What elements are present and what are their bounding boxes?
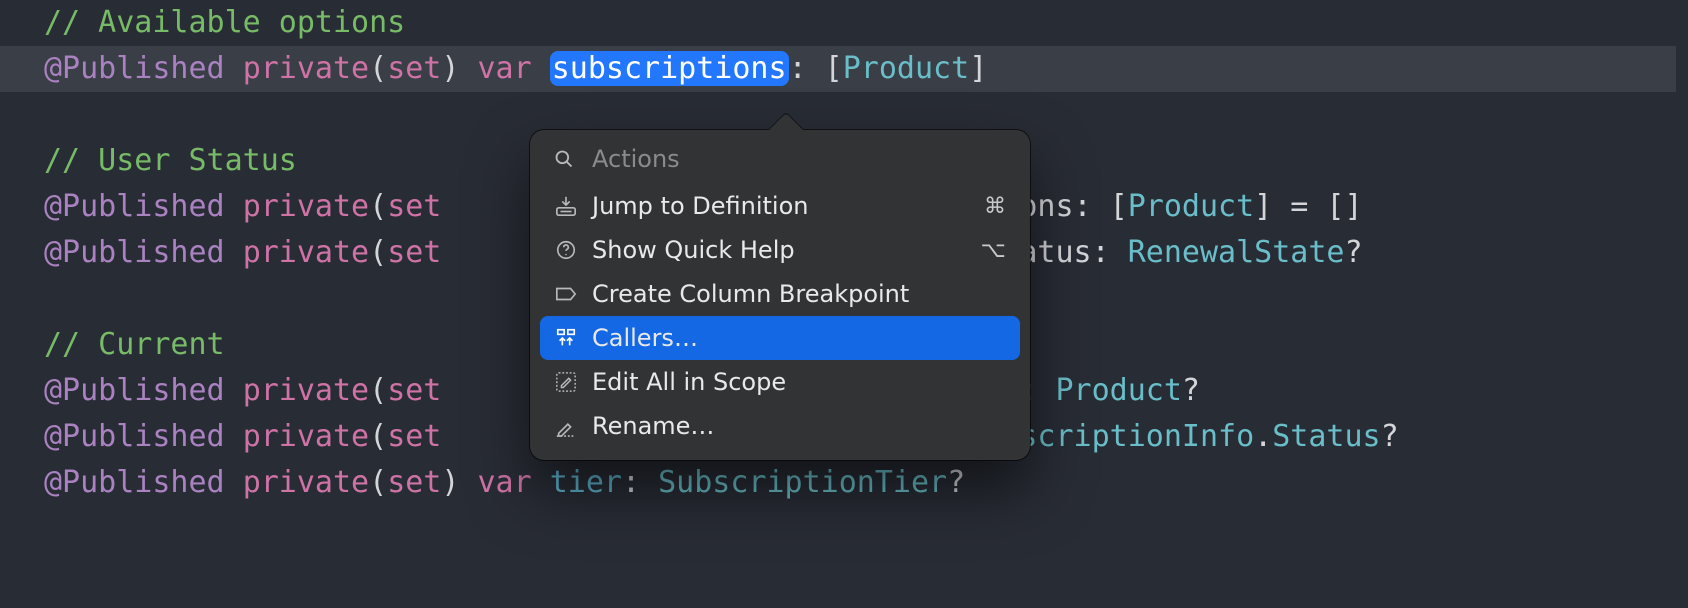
menu-item-create-column-breakpoint[interactable]: Create Column Breakpoint <box>540 272 1020 316</box>
comment: // Current <box>44 327 225 362</box>
menu-item-label: Edit All in Scope <box>592 368 992 396</box>
code-editor[interactable]: // Available options @Published private(… <box>0 0 1688 506</box>
actions-menu: Jump to Definition ⌘ Show Quick Help ⌥ C… <box>530 184 1030 460</box>
menu-item-callers[interactable]: Callers… <box>540 316 1020 360</box>
menu-item-show-quick-help[interactable]: Show Quick Help ⌥ <box>540 228 1020 272</box>
menu-item-label: Show Quick Help <box>592 236 967 264</box>
menu-item-label: Callers… <box>592 324 992 352</box>
actions-search-input[interactable] <box>590 144 1008 174</box>
menu-item-label: Rename… <box>592 412 992 440</box>
help-icon <box>554 238 578 262</box>
search-icon <box>552 147 576 171</box>
code-line: // Available options <box>0 0 1688 46</box>
menu-item-rename[interactable]: Rename… <box>540 404 1020 448</box>
comment: // User Status <box>44 143 297 178</box>
menu-item-jump-to-definition[interactable]: Jump to Definition ⌘ <box>540 184 1020 228</box>
menu-item-label: Create Column Breakpoint <box>592 280 992 308</box>
menu-item-edit-all-in-scope[interactable]: Edit All in Scope <box>540 360 1020 404</box>
code-line: @Published private(set) var tier: Subscr… <box>0 460 1688 506</box>
actions-search-row <box>530 130 1030 184</box>
menu-item-shortcut: ⌥ <box>981 238 1006 263</box>
menu-item-shortcut: ⌘ <box>984 194 1006 219</box>
rename-icon <box>554 414 578 438</box>
comment: // Available options <box>44 5 405 40</box>
breakpoint-icon <box>554 282 578 306</box>
code-line-highlighted: @Published private(set) var subscription… <box>0 46 1676 92</box>
edit-all-icon <box>554 370 578 394</box>
selected-identifier[interactable]: subscriptions <box>550 51 789 86</box>
menu-item-label: Jump to Definition <box>592 192 970 220</box>
jump-to-definition-icon <box>554 194 578 218</box>
callers-icon <box>554 326 578 350</box>
actions-popover: Jump to Definition ⌘ Show Quick Help ⌥ C… <box>530 130 1030 460</box>
